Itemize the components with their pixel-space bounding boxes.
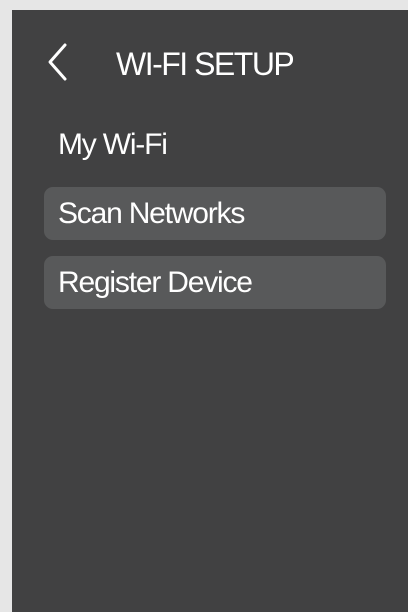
menu-item-my-wifi[interactable]: My Wi-Fi [44, 118, 386, 171]
wifi-menu: My Wi-Fi Scan Networks Register Device [44, 118, 386, 309]
menu-item-scan-networks[interactable]: Scan Networks [44, 187, 386, 240]
header: WI-FI SETUP [12, 38, 408, 86]
menu-item-register-device[interactable]: Register Device [44, 256, 386, 309]
chevron-left-icon [48, 43, 67, 81]
page-title: WI-FI SETUP [116, 46, 295, 82]
back-button[interactable] [40, 38, 76, 86]
wifi-setup-screen: WI-FI SETUP My Wi-Fi Scan Networks Regis… [12, 10, 408, 612]
